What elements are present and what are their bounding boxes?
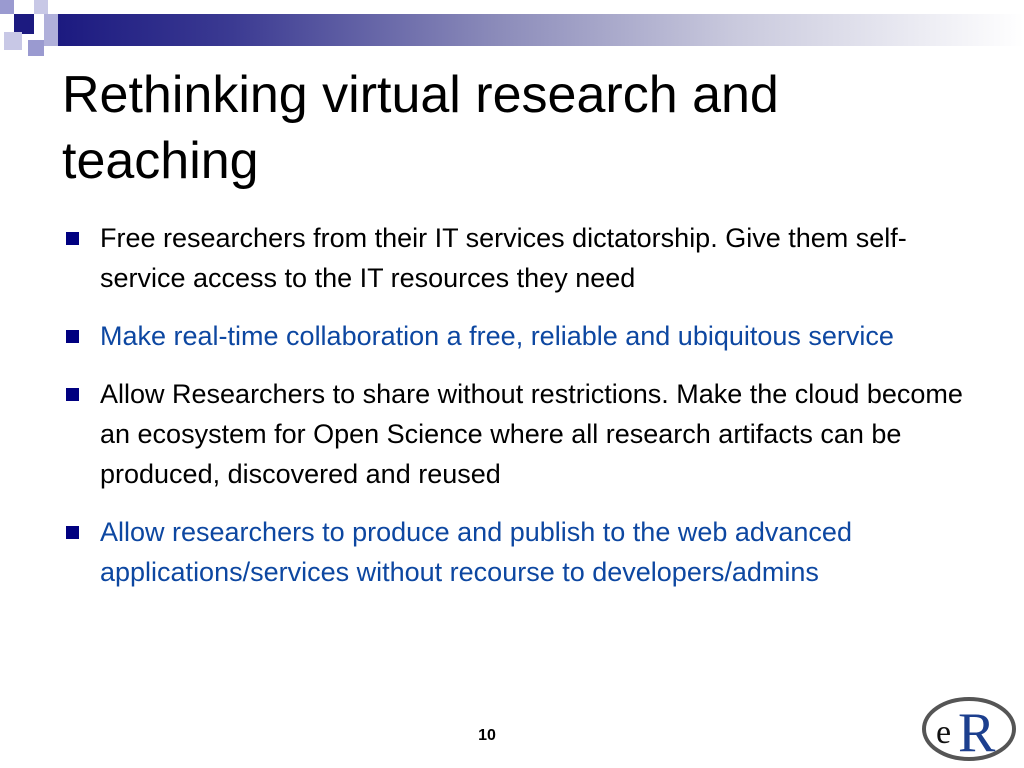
square-bullet-icon [66,330,79,343]
logo-letter-r: R [958,702,996,762]
bullet-list: Free researchers from their IT services … [62,218,972,610]
bullet-text: Free researchers from their IT services … [100,223,907,293]
logo-letter-e: e [936,714,951,751]
decor-square-4 [44,14,58,46]
bullet-text: Allow researchers to produce and publish… [100,517,852,587]
decor-square-6 [28,40,44,56]
square-bullet-icon [66,526,79,539]
gradient-bar [58,14,1024,46]
decor-square-2 [14,14,34,34]
header-decoration [0,0,1024,60]
square-bullet-icon [66,388,79,401]
bullet-item: Allow Researchers to share without restr… [62,374,972,494]
bullet-item: Free researchers from their IT services … [62,218,972,298]
decor-square-5 [4,32,22,50]
decor-square-3 [34,0,48,14]
decor-square-1 [0,0,14,14]
slide-title: Rethinking virtual research and teaching [62,66,779,190]
er-logo-icon: e R [922,697,1016,762]
bullet-text: Allow Researchers to share without restr… [100,379,963,489]
square-bullet-icon [66,232,79,245]
bullet-item: Allow researchers to produce and publish… [62,512,972,592]
bullet-item: Make real-time collaboration a free, rel… [62,316,972,356]
bullet-text: Make real-time collaboration a free, rel… [100,321,894,351]
slide-number: 10 [478,727,496,744]
